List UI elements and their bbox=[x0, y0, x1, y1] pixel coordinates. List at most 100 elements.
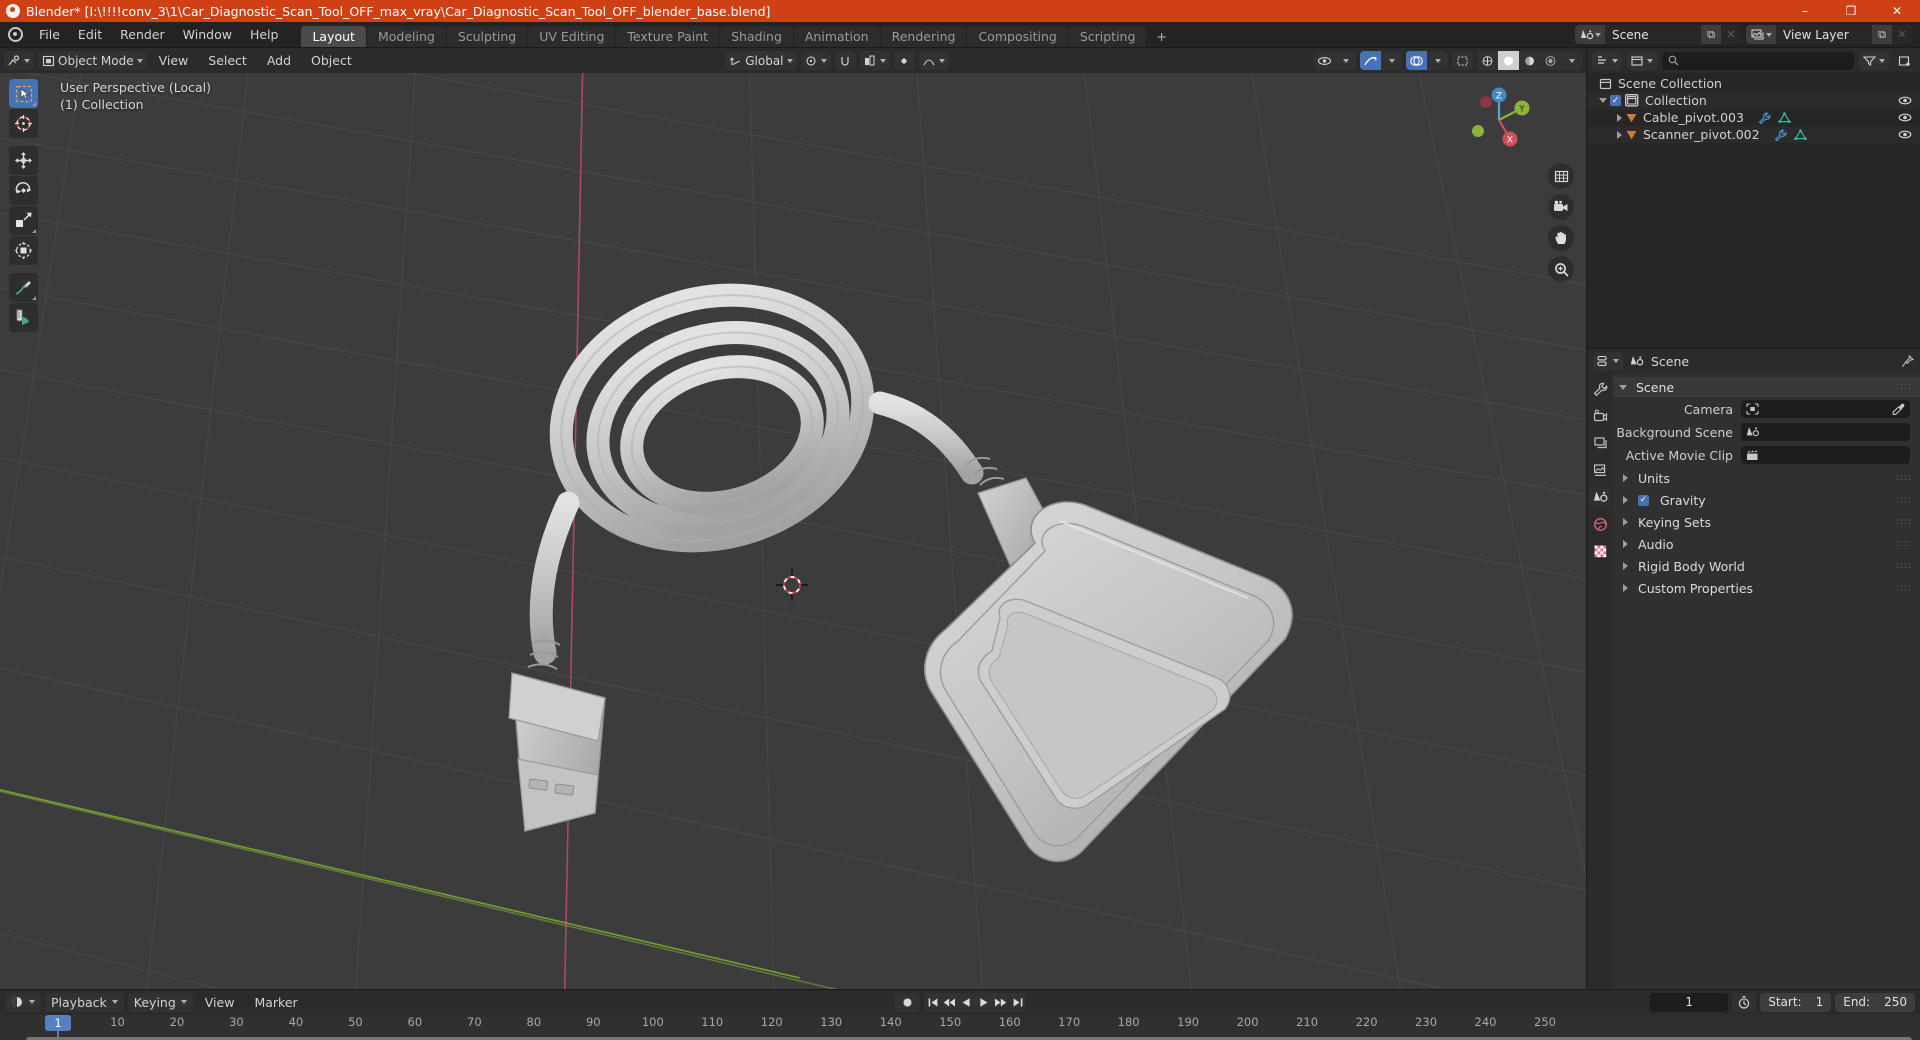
timeline-menu-view[interactable]: View bbox=[197, 993, 243, 1012]
active-movie-clip-field[interactable] bbox=[1741, 446, 1910, 464]
close-button[interactable]: ✕ bbox=[1874, 0, 1920, 22]
disclosure-triangle-icon[interactable] bbox=[1617, 130, 1622, 139]
shading-dropdown-icon[interactable] bbox=[1561, 51, 1582, 70]
new-view-layer-button[interactable]: ⧉ bbox=[1872, 25, 1892, 44]
prev-keyframe-button[interactable] bbox=[941, 993, 958, 1012]
menu-file[interactable]: File bbox=[30, 22, 69, 48]
show-gizmo-icon[interactable] bbox=[1360, 51, 1381, 70]
outliner-new-collection-button[interactable] bbox=[1894, 51, 1915, 70]
playback-menu[interactable]: Playback bbox=[45, 992, 124, 1012]
move-tool[interactable] bbox=[9, 146, 38, 175]
scene-name[interactable]: Scene bbox=[1605, 25, 1701, 44]
view-layer-selector[interactable]: View Layer ⧉ ✕ bbox=[1746, 25, 1912, 44]
outliner-editor-type-selector[interactable] bbox=[1592, 51, 1622, 70]
eyedropper-icon[interactable] bbox=[1892, 403, 1905, 415]
view-layer-name[interactable]: View Layer bbox=[1776, 25, 1872, 44]
panel-units[interactable]: Units :::: bbox=[1613, 468, 1920, 488]
menu-render[interactable]: Render bbox=[111, 22, 174, 48]
zoom-view-icon[interactable] bbox=[1548, 256, 1574, 282]
annotate-tool[interactable] bbox=[9, 273, 38, 302]
play-button[interactable] bbox=[975, 993, 992, 1012]
snap-to-selector[interactable] bbox=[859, 51, 890, 70]
hide-in-viewport-icon[interactable] bbox=[1898, 112, 1912, 123]
outliner-row-scene-collection[interactable]: Scene Collection bbox=[1587, 75, 1920, 92]
tab-scripting[interactable]: Scripting bbox=[1068, 26, 1147, 47]
proportional-falloff-selector[interactable] bbox=[918, 51, 949, 70]
object-mode-selector[interactable]: Object Mode bbox=[38, 51, 147, 70]
menu-help[interactable]: Help bbox=[241, 22, 288, 48]
scene-panel-header[interactable]: Scene :::: bbox=[1613, 377, 1920, 397]
timeline-scrubber[interactable]: 1102030405060708090100110120130140150160… bbox=[0, 1014, 1920, 1040]
toggle-orthographic-icon[interactable] bbox=[1548, 163, 1574, 189]
material-preview-shading-icon[interactable] bbox=[1519, 51, 1540, 70]
panel-gravity[interactable]: ✓ Gravity :::: bbox=[1613, 490, 1920, 510]
play-reverse-button[interactable] bbox=[958, 993, 975, 1012]
navigation-gizmo[interactable]: Z Y X bbox=[1460, 81, 1538, 159]
disclosure-triangle-icon[interactable] bbox=[1623, 584, 1628, 592]
editor-type-selector[interactable] bbox=[4, 51, 34, 70]
record-button[interactable] bbox=[894, 992, 920, 1012]
outliner-row-collection[interactable]: ✓ Collection bbox=[1587, 92, 1920, 109]
disclosure-triangle-icon[interactable] bbox=[1623, 496, 1628, 504]
timeline-editor-type-selector[interactable] bbox=[5, 992, 41, 1012]
pin-icon[interactable] bbox=[1901, 354, 1914, 368]
blender-menu-icon[interactable] bbox=[0, 22, 30, 47]
disclosure-triangle-icon[interactable] bbox=[1619, 384, 1627, 390]
tab-rendering[interactable]: Rendering bbox=[880, 26, 967, 47]
tab-sculpting[interactable]: Sculpting bbox=[446, 26, 528, 47]
properties-tab-render[interactable] bbox=[1589, 406, 1611, 426]
tab-uv-editing[interactable]: UV Editing bbox=[528, 26, 616, 47]
rendered-shading-icon[interactable] bbox=[1540, 51, 1561, 70]
collection-checkbox[interactable]: ✓ bbox=[1610, 95, 1621, 106]
viewport-menu-select[interactable]: Select bbox=[200, 51, 255, 70]
pan-view-icon[interactable] bbox=[1548, 225, 1574, 251]
tab-modeling[interactable]: Modeling bbox=[366, 26, 446, 47]
snapping-toggle[interactable] bbox=[834, 51, 856, 70]
scale-tool[interactable] bbox=[9, 206, 38, 235]
rotate-tool[interactable] bbox=[9, 176, 38, 205]
minimize-button[interactable]: – bbox=[1782, 0, 1828, 22]
jump-to-start-button[interactable] bbox=[924, 993, 941, 1012]
tab-layout[interactable]: Layout bbox=[301, 26, 366, 47]
outliner-search-input[interactable] bbox=[1662, 51, 1854, 70]
camera-field[interactable] bbox=[1741, 400, 1910, 418]
hide-in-viewport-icon[interactable] bbox=[1898, 129, 1912, 140]
cursor-tool[interactable] bbox=[9, 109, 38, 138]
mesh-data-icon[interactable] bbox=[1793, 128, 1807, 141]
menu-edit[interactable]: Edit bbox=[69, 22, 111, 48]
remove-view-layer-button[interactable]: ✕ bbox=[1892, 25, 1912, 44]
disclosure-triangle-icon[interactable] bbox=[1623, 518, 1628, 526]
solid-shading-icon[interactable] bbox=[1498, 51, 1519, 70]
viewport-menu-view[interactable]: View bbox=[151, 51, 197, 70]
3d-viewport[interactable]: User Perspective (Local) (1) Collection bbox=[0, 73, 1586, 989]
mesh-data-icon[interactable] bbox=[1778, 111, 1791, 124]
properties-tab-output[interactable] bbox=[1589, 433, 1611, 453]
transform-tool[interactable] bbox=[9, 236, 38, 265]
disclosure-triangle-icon[interactable] bbox=[1623, 474, 1628, 482]
disclosure-triangle-icon[interactable] bbox=[1617, 113, 1622, 122]
disclosure-triangle-icon[interactable] bbox=[1599, 98, 1607, 103]
show-overlays-icon[interactable] bbox=[1406, 51, 1427, 70]
tab-texture-paint[interactable]: Texture Paint bbox=[616, 26, 720, 47]
tab-animation[interactable]: Animation bbox=[793, 26, 880, 47]
add-workspace-button[interactable]: + bbox=[1147, 26, 1175, 47]
modifier-wrench-icon[interactable] bbox=[1758, 112, 1771, 124]
maximize-button[interactable]: ❐ bbox=[1828, 0, 1874, 22]
measure-tool[interactable] bbox=[9, 303, 38, 332]
gizmo-dropdown-icon[interactable] bbox=[1381, 51, 1402, 70]
panel-rigid-body-world[interactable]: Rigid Body World :::: bbox=[1613, 556, 1920, 576]
end-frame-field[interactable]: End: 250 bbox=[1835, 992, 1915, 1012]
panel-audio[interactable]: Audio :::: bbox=[1613, 534, 1920, 554]
auto-keying-toggle[interactable] bbox=[1732, 992, 1757, 1012]
start-frame-field[interactable]: Start: 1 bbox=[1760, 992, 1832, 1012]
hide-in-viewport-icon[interactable] bbox=[1898, 95, 1912, 106]
properties-tab-view-layer[interactable] bbox=[1589, 460, 1611, 480]
new-scene-button[interactable]: ⧉ bbox=[1701, 25, 1721, 44]
viewport-menu-add[interactable]: Add bbox=[259, 51, 299, 70]
timeline-menu-marker[interactable]: Marker bbox=[246, 993, 305, 1012]
camera-view-icon[interactable] bbox=[1548, 194, 1574, 220]
disclosure-triangle-icon[interactable] bbox=[1623, 562, 1628, 570]
tweak-select-tool[interactable] bbox=[9, 79, 38, 108]
panel-keying-sets[interactable]: Keying Sets :::: bbox=[1613, 512, 1920, 532]
transform-orientation-selector[interactable]: Global bbox=[725, 51, 797, 70]
